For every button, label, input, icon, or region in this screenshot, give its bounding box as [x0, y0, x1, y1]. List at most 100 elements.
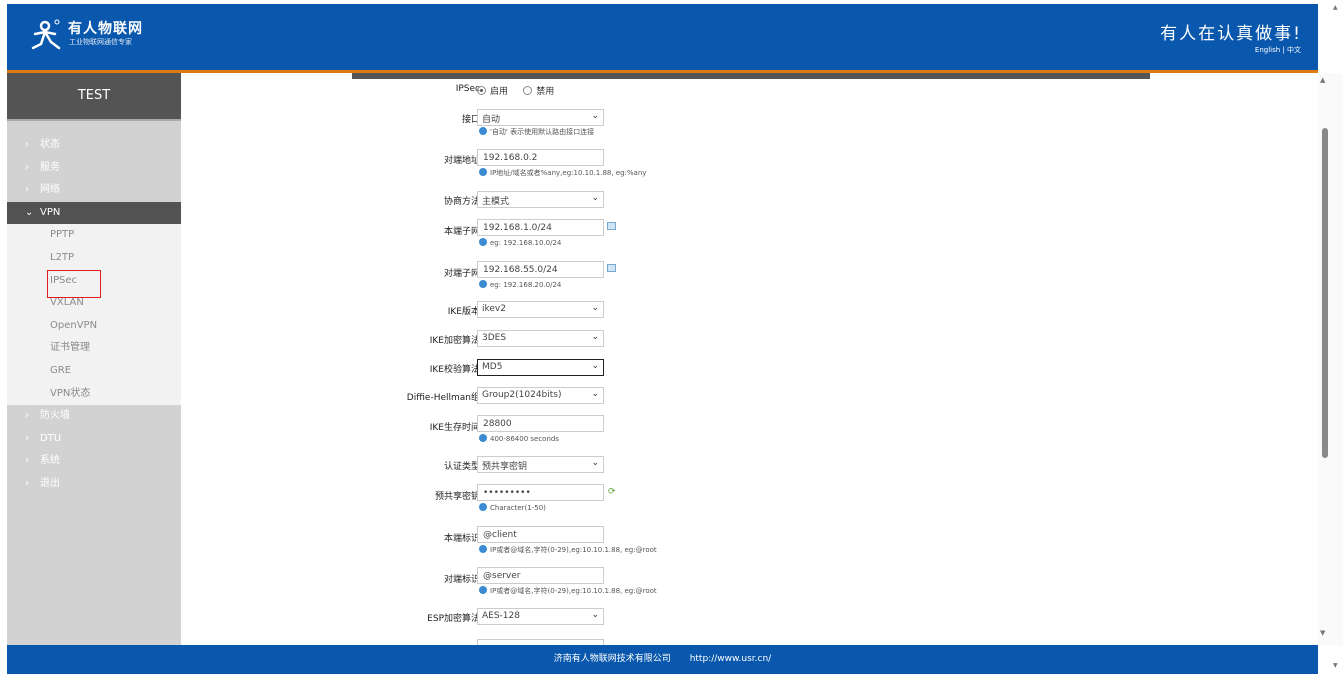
brand-logo-icon: [31, 19, 61, 50]
sidebar-item-services[interactable]: › 服务: [7, 157, 181, 180]
scroll-down-icon[interactable]: ▼: [1320, 629, 1332, 637]
peer-address-input[interactable]: [477, 149, 604, 166]
ike-version-select[interactable]: ikev2 ⌄: [477, 301, 604, 318]
sidebar-item-dtu[interactable]: › DTU: [7, 428, 181, 451]
submenu-item-ipsec[interactable]: IPSec: [7, 269, 181, 298]
sidebar-item-network[interactable]: › 网络: [7, 179, 181, 202]
hint-text: IP或者@域名,字符(0-29),eg:10.10.1.88, eg:@root: [490, 546, 657, 554]
field-label: 协商方法: [443, 197, 480, 207]
info-icon: [479, 434, 487, 442]
auth-type-select[interactable]: 预共享密钥 ⌄: [477, 456, 604, 473]
select-value: Group2(1024bits): [482, 390, 562, 400]
chevron-down-icon: ⌄: [591, 303, 599, 313]
negotiation-mode-select[interactable]: 主模式 ⌄: [477, 191, 604, 208]
radio-label: 启用: [490, 87, 509, 97]
chevron-down-icon: ⌄: [591, 458, 599, 468]
sidebar: TEST › 状态 › 服务 › 网络 ⌄ VPN PPTP L2TP IPSec VX…: [7, 73, 181, 645]
info-icon: [479, 503, 487, 511]
reveal-refresh-icon[interactable]: ⟳: [608, 487, 616, 497]
field-hint: eg: 192.168.10.0/24: [479, 238, 561, 247]
add-entry-icon[interactable]: [607, 222, 616, 230]
sidebar-item-label: 状态: [40, 139, 60, 150]
psk-input[interactable]: [477, 484, 604, 501]
ike-lifetime-input[interactable]: [477, 415, 604, 432]
submenu-item-cert[interactable]: 证书管理: [7, 337, 181, 360]
field-label: IKE生存时间: [429, 423, 480, 433]
field-hint: '自动' 表示使用默认路由接口连接: [479, 127, 594, 137]
highlight-box: [47, 269, 101, 298]
field-hint: eg: 192.168.20.0/24: [479, 280, 561, 289]
submenu-item-l2tp[interactable]: L2TP: [7, 247, 181, 270]
field-label: 认证类型: [443, 462, 480, 472]
chevron-down-icon: ⌄: [591, 193, 599, 203]
chevron-right-icon: ›: [25, 455, 29, 467]
sidebar-item-label: 服务: [40, 161, 60, 173]
footer-url-link[interactable]: http://www.usr.cn/: [690, 654, 772, 664]
add-entry-icon[interactable]: [607, 264, 616, 272]
sidebar-item-status[interactable]: › 状态: [7, 134, 181, 157]
local-subnet-input[interactable]: [477, 219, 604, 236]
window-scroll-up-icon[interactable]: ▲: [1333, 4, 1338, 11]
chevron-right-icon: ›: [25, 161, 29, 173]
footer-company: 济南有人物联网技术有限公司: [553, 654, 671, 664]
submenu-item-pptp[interactable]: PPTP: [7, 224, 181, 247]
chevron-right-icon: ›: [25, 477, 29, 489]
peer-id-input[interactable]: [477, 567, 604, 584]
info-icon: [479, 586, 487, 594]
hint-text: IP地址/域名或者%any,eg:10.10.1.88, eg:%any: [490, 169, 647, 177]
ipsec-disable-radio[interactable]: 禁用: [523, 84, 554, 97]
form-row-ike-version: IKE版本 ikev2 ⌄: [181, 301, 1318, 318]
lang-english-link[interactable]: English: [1255, 46, 1280, 54]
brand-name: 有人物联网: [68, 21, 143, 37]
field-hint: IP或者@域名,字符(0-29),eg:10.10.1.88, eg:@root: [479, 586, 657, 596]
ike-encryption-select[interactable]: 3DES ⌄: [477, 330, 604, 347]
submenu-item-openvpn[interactable]: OpenVPN: [7, 315, 181, 338]
sidebar-item-label: 防火墙: [40, 410, 70, 422]
sidebar-nav: › 状态 › 服务 › 网络 ⌄ VPN PPTP L2TP IPSec VXLAN O…: [7, 134, 181, 496]
field-label: 本端标识: [443, 534, 480, 544]
info-icon: [479, 127, 487, 135]
peer-subnet-input[interactable]: [477, 261, 604, 278]
info-icon: [479, 545, 487, 553]
ipsec-radio-group: 启用 禁用: [477, 84, 566, 97]
sidebar-item-logout[interactable]: › 退出: [7, 473, 181, 496]
hint-text: eg: 192.168.20.0/24: [490, 281, 562, 289]
chevron-right-icon: ›: [25, 139, 29, 150]
scroll-up-icon[interactable]: ▲: [1320, 76, 1332, 84]
hint-text: Character(1-50): [490, 504, 546, 512]
select-value: AES-128: [482, 611, 520, 621]
field-hint: Character(1-50): [479, 503, 546, 512]
info-icon: [479, 238, 487, 246]
form-row-auth-type: 认证类型 预共享密钥 ⌄: [181, 456, 1318, 473]
chevron-right-icon: ›: [25, 410, 29, 422]
window-scroll-down-icon[interactable]: ▼: [1333, 662, 1338, 669]
select-value: MD5: [482, 362, 503, 372]
hint-text: IP或者@域名,字符(0-29),eg:10.10.1.88, eg:@root: [490, 587, 657, 595]
ipsec-enable-radio[interactable]: 启用: [477, 84, 508, 97]
sidebar-item-firewall[interactable]: › 防火墙: [7, 405, 181, 428]
hint-text: eg: 192.168.10.0/24: [490, 239, 562, 247]
field-label: IKE版本: [447, 307, 480, 317]
form-row-interface: 接口 自动 ⌄ '自动' 表示使用默认路由接口连接: [181, 109, 1318, 136]
interface-select[interactable]: 自动 ⌄: [477, 109, 604, 126]
field-label: 对端地址: [443, 156, 480, 166]
ike-hash-select[interactable]: MD5 ⌄: [477, 359, 604, 376]
esp-encryption-select[interactable]: AES-128 ⌄: [477, 608, 604, 625]
submenu-item-vpn-status[interactable]: VPN状态: [7, 383, 181, 406]
local-id-input[interactable]: [477, 526, 604, 543]
main-content[interactable]: IPSec 启用 禁用 接口 自动 ⌄ '自动' 表示使用默认路由接口连接 对端地…: [181, 73, 1318, 645]
radio-label: 禁用: [536, 87, 555, 97]
chevron-down-icon: ⌄: [591, 361, 599, 371]
submenu-item-gre[interactable]: GRE: [7, 360, 181, 383]
lang-chinese-link[interactable]: 中文: [1287, 46, 1301, 54]
form-row-ike-hash: IKE校验算法 MD5 ⌄: [181, 359, 1318, 376]
sidebar-item-label: 网络: [40, 184, 60, 196]
sidebar-item-system[interactable]: › 系统: [7, 450, 181, 473]
dh-group-select[interactable]: Group2(1024bits) ⌄: [477, 387, 604, 404]
scroll-thumb[interactable]: [1322, 128, 1328, 458]
sidebar-item-vpn[interactable]: ⌄ VPN: [7, 201, 181, 225]
sidebar-item-label: 退出: [40, 477, 60, 489]
field-label: 对端标识: [443, 575, 480, 585]
select-value: 自动: [482, 115, 501, 125]
chevron-down-icon: ⌄: [25, 206, 34, 218]
